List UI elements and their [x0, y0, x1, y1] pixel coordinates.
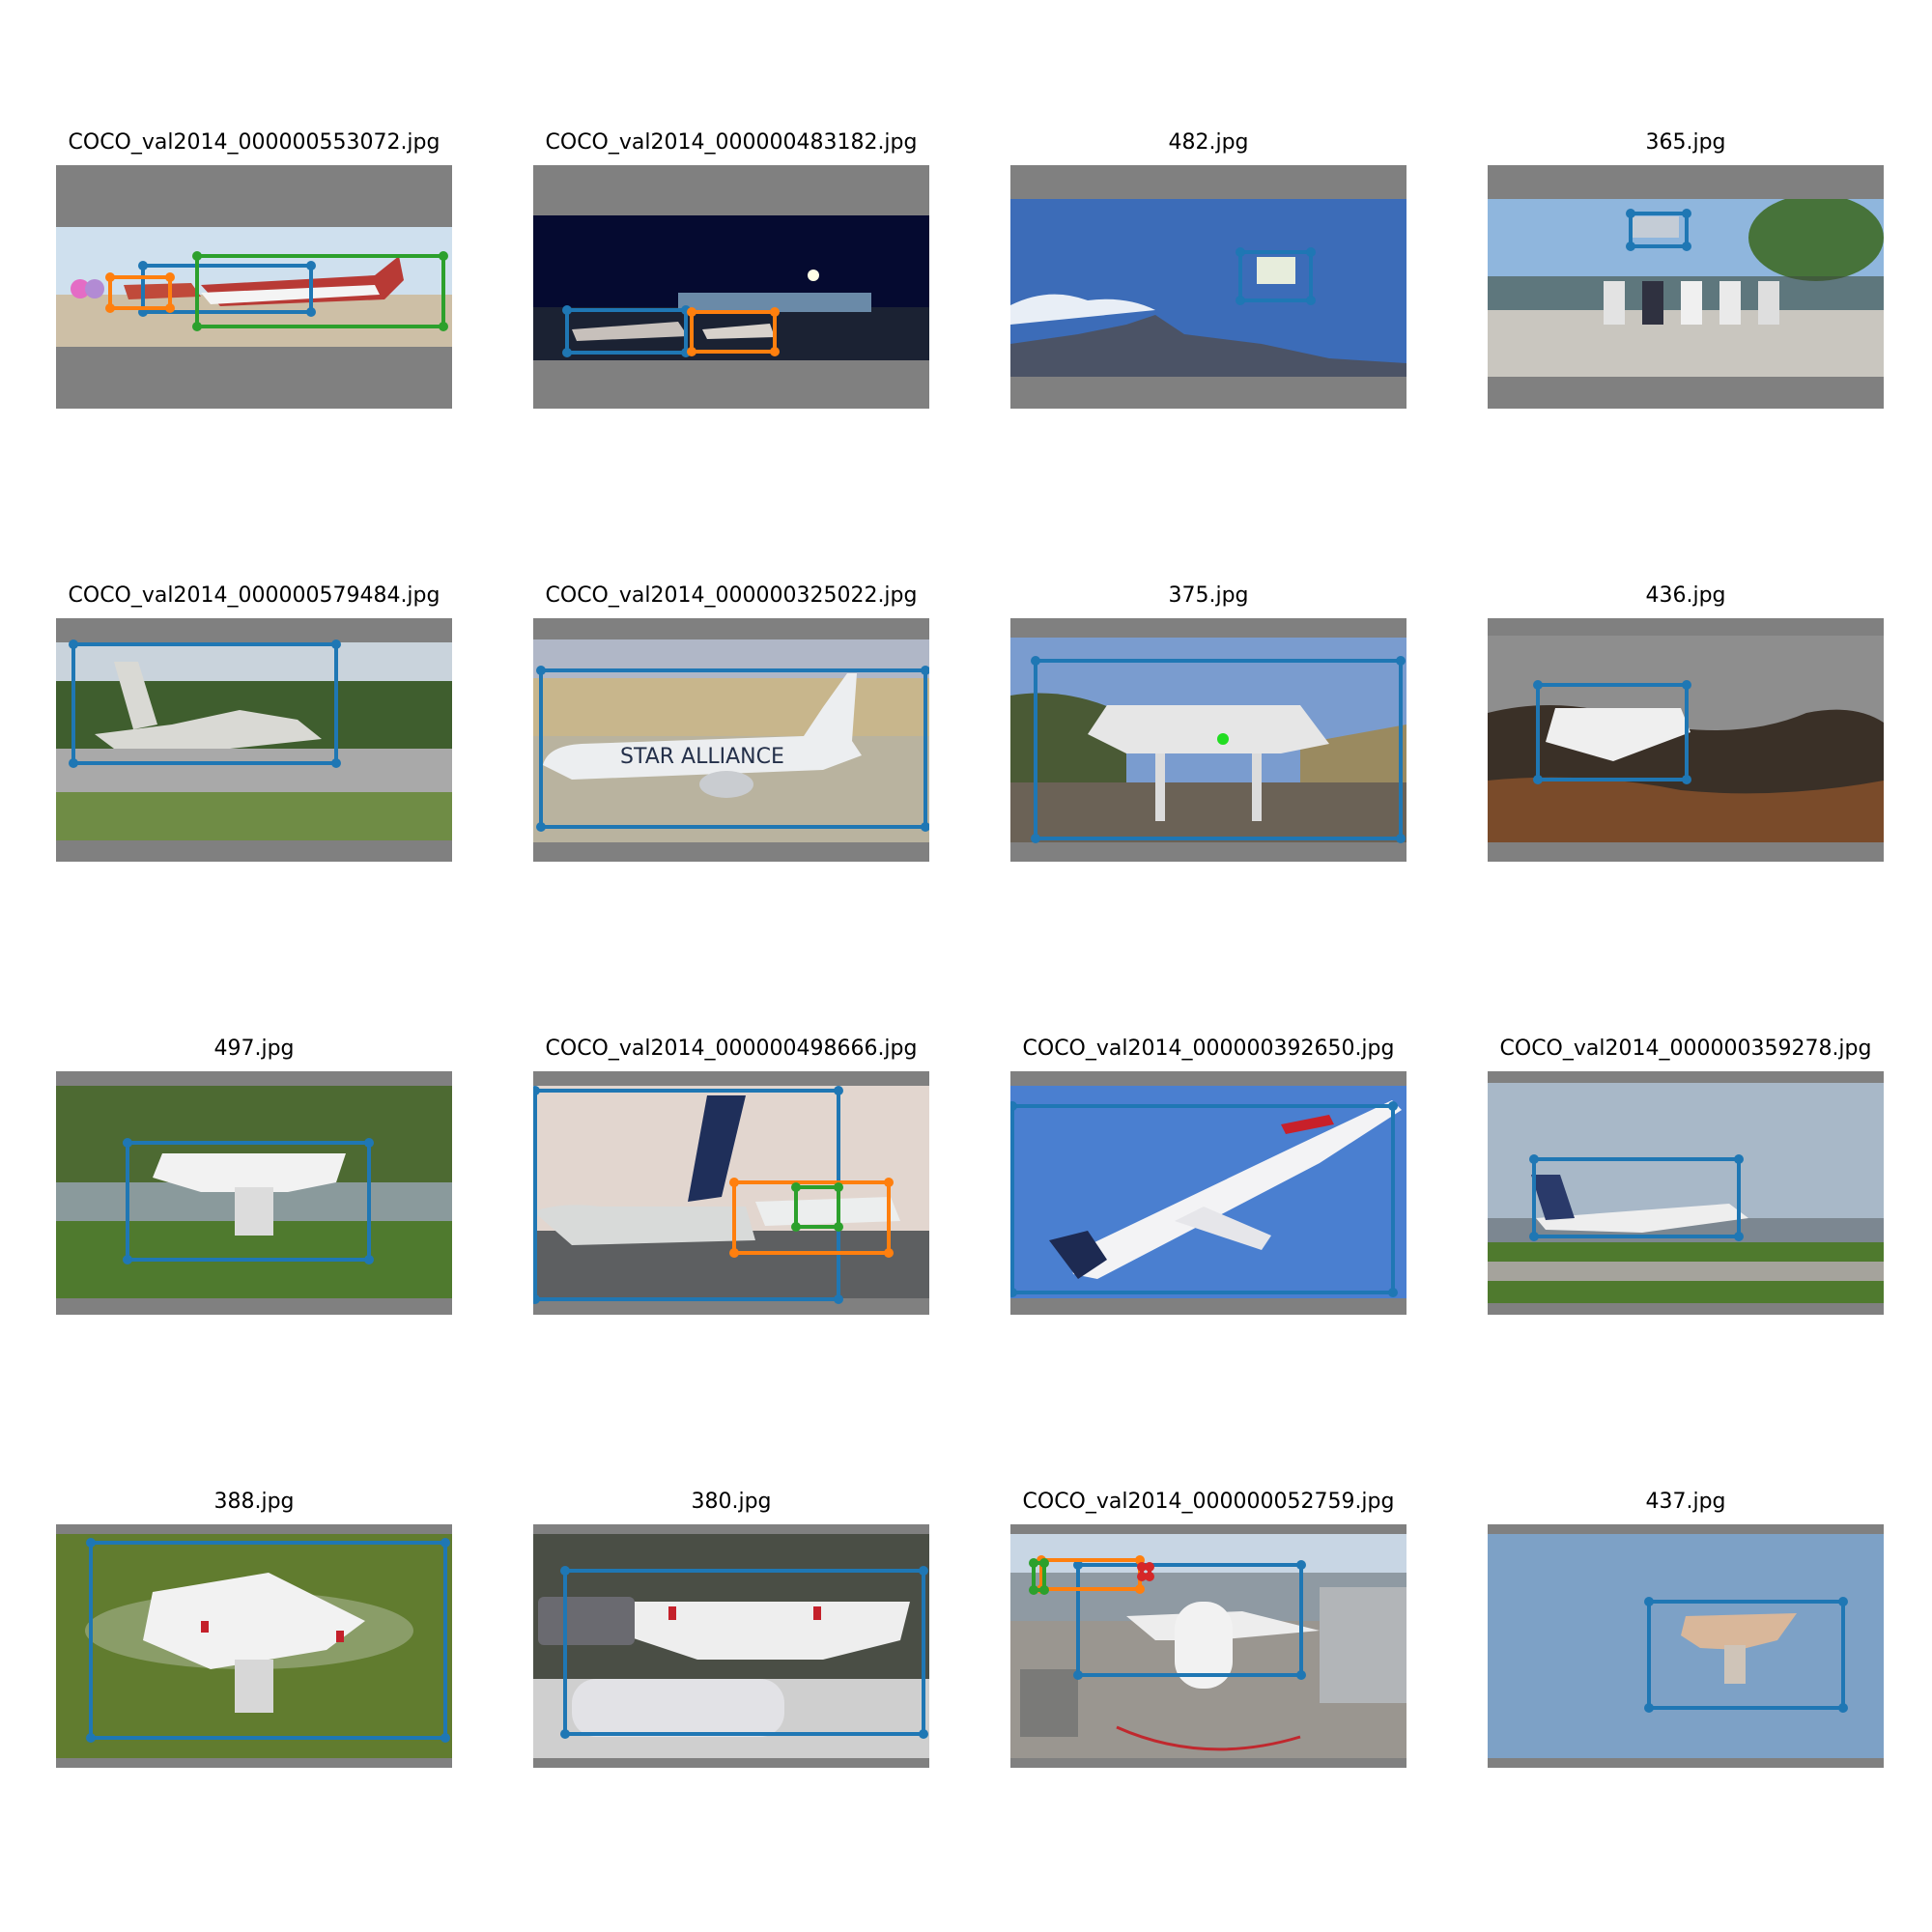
image-panel: [1010, 165, 1406, 409]
bounding-box: [86, 1538, 450, 1743]
image-panel: [533, 165, 929, 409]
image-panel: [56, 618, 452, 862]
tile-title: 497.jpg: [213, 1037, 295, 1061]
tile-10: COCO_val2014_000000498666.jpg: [533, 1035, 929, 1317]
bounding-box: [1137, 1562, 1154, 1581]
bounding-box: [562, 305, 691, 357]
tile-title: COCO_val2014_000000359278.jpg: [1499, 1037, 1872, 1061]
bounding-box: [1626, 209, 1691, 251]
tile-title: COCO_val2014_000000325022.jpg: [545, 583, 918, 608]
tile-title: 388.jpg: [213, 1490, 295, 1514]
tile-3: 482.jpg: [1010, 128, 1406, 411]
image-panel: [1010, 1071, 1406, 1315]
image-panel: [533, 1071, 929, 1315]
bounding-box: [1037, 1555, 1145, 1594]
tile-title: 437.jpg: [1645, 1490, 1726, 1514]
bounding-box: [123, 1138, 374, 1264]
image-panel: [1488, 1071, 1884, 1315]
bounding-box: [1644, 1597, 1848, 1713]
bounding-box: [1031, 656, 1406, 843]
image-panel: [1010, 618, 1406, 862]
tile-title: 365.jpg: [1645, 130, 1726, 155]
bounding-box: [1533, 680, 1691, 784]
tile-7: 375.jpg: [1010, 582, 1406, 864]
tile-title: 380.jpg: [691, 1490, 772, 1514]
tile-title: 436.jpg: [1645, 583, 1726, 608]
tile-15: COCO_val2014_000000052759.jpg: [1010, 1488, 1406, 1770]
bounding-box: [560, 1566, 928, 1739]
tile-13: 388.jpg: [56, 1488, 452, 1770]
image-panel: [1488, 618, 1884, 862]
tile-12: COCO_val2014_000000359278.jpg: [1488, 1035, 1884, 1317]
tile-title: COCO_val2014_000000392650.jpg: [1022, 1037, 1395, 1061]
tile-2: COCO_val2014_000000483182.jpg: [533, 128, 929, 411]
tile-title: COCO_val2014_000000553072.jpg: [68, 130, 440, 155]
image-panel: [1488, 1524, 1884, 1768]
bounding-box: [1529, 1154, 1744, 1241]
tile-6: COCO_val2014_000000325022.jpg STAR ALLIA…: [533, 582, 929, 864]
tile-9: 497.jpg: [56, 1035, 452, 1317]
image-panel: [1010, 1524, 1406, 1768]
image-panel: [56, 1071, 452, 1315]
tile-11: COCO_val2014_000000392650.jpg: [1010, 1035, 1406, 1317]
bounding-box: [69, 639, 341, 768]
tile-title: COCO_val2014_000000579484.jpg: [68, 583, 440, 608]
tile-16: 437.jpg: [1488, 1488, 1884, 1770]
tile-title: COCO_val2014_000000498666.jpg: [545, 1037, 918, 1061]
tile-14: 380.jpg: [533, 1488, 929, 1770]
tile-8: 436.jpg: [1488, 582, 1884, 864]
bounding-box: [687, 307, 780, 356]
bounding-box: [192, 251, 448, 331]
image-panel: [56, 165, 452, 409]
bounding-box: [1029, 1558, 1049, 1595]
bounding-box: [1010, 1101, 1398, 1297]
tile-1: COCO_val2014_000000553072.jpg: [56, 128, 452, 411]
image-panel: STAR ALLIANCE: [533, 618, 929, 862]
bounding-box: [1236, 247, 1316, 305]
bounding-box: [791, 1182, 843, 1232]
image-panel: [533, 1524, 929, 1768]
image-panel: [1488, 165, 1884, 409]
tile-title: 375.jpg: [1168, 583, 1249, 608]
image-panel: [56, 1524, 452, 1768]
tile-title: COCO_val2014_000000052759.jpg: [1022, 1490, 1395, 1514]
bounding-box: [105, 272, 175, 313]
tile-5: COCO_val2014_000000579484.jpg: [56, 582, 452, 864]
tile-title: COCO_val2014_000000483182.jpg: [545, 130, 918, 155]
tile-title: 482.jpg: [1168, 130, 1249, 155]
drone-over-mountains-photo: [1010, 199, 1406, 377]
tile-4: 365.jpg: [1488, 128, 1884, 411]
bounding-box: [536, 666, 929, 832]
